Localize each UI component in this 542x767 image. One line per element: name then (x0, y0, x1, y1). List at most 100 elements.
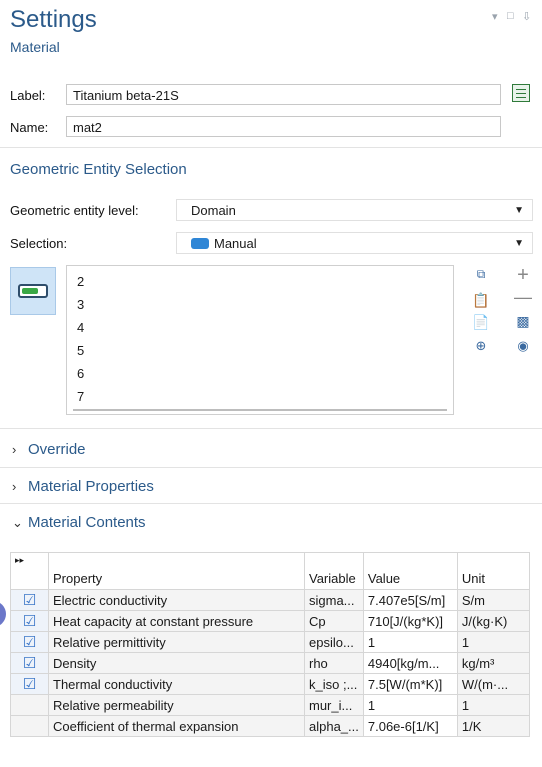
window-maximize-icon[interactable]: □ (507, 10, 514, 22)
label-input[interactable]: Titanium beta-21S (66, 84, 501, 105)
clear-selection-icon[interactable]: ▩ (514, 313, 532, 330)
checkbox-empty (10, 694, 49, 716)
unit-cell: 1 (456, 631, 530, 653)
property-cell: Relative permittivity (48, 631, 305, 653)
value-cell[interactable]: 7.06e-6[1/K] (362, 715, 458, 737)
material-contents-table: ▸▸ Property Variable Value Unit ☑ Electr… (10, 552, 530, 737)
value-cell[interactable]: 7.407e5[S/m] (362, 589, 458, 611)
variable-cell: epsilo... (304, 631, 364, 653)
unit-cell: S/m (456, 589, 530, 611)
divider (0, 467, 542, 468)
value-cell[interactable]: 4940[kg/m... (362, 652, 458, 674)
checkmark-icon: ☑ (22, 592, 37, 609)
property-cell: Thermal conductivity (48, 673, 305, 695)
property-cell: Electric conductivity (48, 589, 305, 611)
divider (0, 428, 542, 429)
list-item[interactable]: 7 (77, 389, 84, 404)
unit-cell: 1 (456, 694, 530, 716)
value-cell[interactable]: 710[J/(kg*K)] (362, 610, 458, 632)
property-cell: Coefficient of thermal expansion (48, 715, 305, 737)
add-icon[interactable]: + (514, 264, 532, 287)
page-subtitle: Material (10, 39, 60, 55)
value-cell[interactable]: 7.5[W/(m*K)] (362, 673, 458, 695)
variable-cell: alpha_... (304, 715, 364, 737)
unit-cell: kg/m³ (456, 652, 530, 674)
table-row[interactable]: Coefficient of thermal expansion alpha_.… (10, 715, 530, 737)
selection-label: Selection: (10, 236, 68, 251)
list-item[interactable]: 4 (77, 320, 84, 335)
clipboard-icon[interactable]: 📄 (472, 314, 490, 331)
list-item[interactable]: 2 (77, 274, 84, 289)
name-input[interactable]: mat2 (66, 116, 501, 137)
property-cell: Relative permeability (48, 694, 305, 716)
list-scrollbar[interactable] (73, 409, 447, 411)
override-section[interactable]: › Override (12, 441, 86, 458)
label-edit-icon[interactable] (512, 84, 530, 102)
unit-cell: W/(m·... (456, 673, 530, 695)
value-cell[interactable]: 1 (362, 631, 458, 653)
list-item[interactable]: 3 (77, 297, 84, 312)
checkbox[interactable]: ☑ (10, 631, 49, 653)
variable-cell: k_iso ;... (304, 673, 364, 695)
material-properties-label: Material Properties (28, 478, 154, 495)
entity-level-label: Geometric entity level: (10, 203, 139, 218)
zoom-to-selection-icon[interactable]: ⊕ (472, 338, 490, 354)
remove-icon[interactable]: — (514, 287, 532, 308)
property-header[interactable]: Property (48, 552, 305, 590)
list-item[interactable]: 6 (77, 366, 84, 381)
expand-columns-icon[interactable]: ▸▸ (10, 552, 49, 590)
selection-list[interactable]: 2 3 4 5 6 7 (66, 265, 454, 415)
chevron-down-icon: ▼ (514, 238, 524, 249)
table-row[interactable]: ☑ Thermal conductivity k_iso ;... 7.5[W/… (10, 673, 530, 695)
table-header-row: ▸▸ Property Variable Value Unit (10, 552, 530, 590)
chevron-down-icon: ▼ (514, 205, 524, 216)
geometric-section-title[interactable]: Geometric Entity Selection (10, 161, 187, 178)
property-cell: Density (48, 652, 305, 674)
value-header[interactable]: Value (362, 552, 458, 590)
chevron-down-icon: ⌄ (12, 515, 23, 530)
unit-header[interactable]: Unit (456, 552, 530, 590)
window-pin-icon[interactable]: ⇩ (522, 10, 531, 23)
checkmark-icon: ☑ (22, 676, 37, 693)
active-toggle-button[interactable] (10, 267, 56, 315)
selection-value: Manual (214, 236, 257, 251)
checkbox[interactable]: ☑ (10, 610, 49, 632)
material-contents-label: Material Contents (28, 514, 146, 531)
table-row[interactable]: Relative permeability mur_i... 1 1 (10, 694, 530, 716)
divider (0, 503, 542, 504)
checkmark-icon: ☑ (22, 634, 37, 651)
toggle-icon (18, 284, 48, 298)
variable-header[interactable]: Variable (304, 552, 364, 590)
variable-cell: rho (304, 652, 364, 674)
entity-level-value: Domain (191, 203, 236, 218)
paste-selection-icon[interactable]: ⧉ (472, 267, 490, 282)
material-contents-section[interactable]: ⌄ Material Contents (12, 514, 146, 531)
checkbox-empty (10, 715, 49, 737)
copy-selection-icon[interactable]: 📋 (472, 292, 490, 309)
manual-selection-icon (191, 238, 209, 249)
checkmark-icon: ☑ (22, 655, 37, 672)
checkbox[interactable]: ☑ (10, 652, 49, 674)
chevron-right-icon: › (12, 479, 17, 494)
name-caption: Name: (10, 120, 49, 135)
entity-level-select[interactable]: Domain ▼ (176, 199, 533, 221)
window-menu-icon[interactable]: ▾ (492, 10, 498, 23)
override-label: Override (28, 441, 86, 458)
variable-cell: Cp (304, 610, 364, 632)
table-row[interactable]: ☑ Heat capacity at constant pressure Cp … (10, 610, 530, 632)
unit-cell: 1/K (456, 715, 530, 737)
table-row[interactable]: ☑ Density rho 4940[kg/m... kg/m³ (10, 652, 530, 674)
variable-cell: sigma... (304, 589, 364, 611)
side-indicator (0, 601, 6, 627)
show-selection-icon[interactable]: ◉ (514, 338, 532, 354)
selection-select[interactable]: Manual ▼ (176, 232, 533, 254)
value-cell[interactable]: 1 (362, 694, 458, 716)
checkbox[interactable]: ☑ (10, 673, 49, 695)
table-row[interactable]: ☑ Electric conductivity sigma... 7.407e5… (10, 589, 530, 611)
list-item[interactable]: 5 (77, 343, 84, 358)
checkbox[interactable]: ☑ (10, 589, 49, 611)
property-cell: Heat capacity at constant pressure (48, 610, 305, 632)
table-row[interactable]: ☑ Relative permittivity epsilo... 1 1 (10, 631, 530, 653)
material-properties-section[interactable]: › Material Properties (12, 478, 154, 495)
unit-cell: J/(kg·K) (456, 610, 530, 632)
